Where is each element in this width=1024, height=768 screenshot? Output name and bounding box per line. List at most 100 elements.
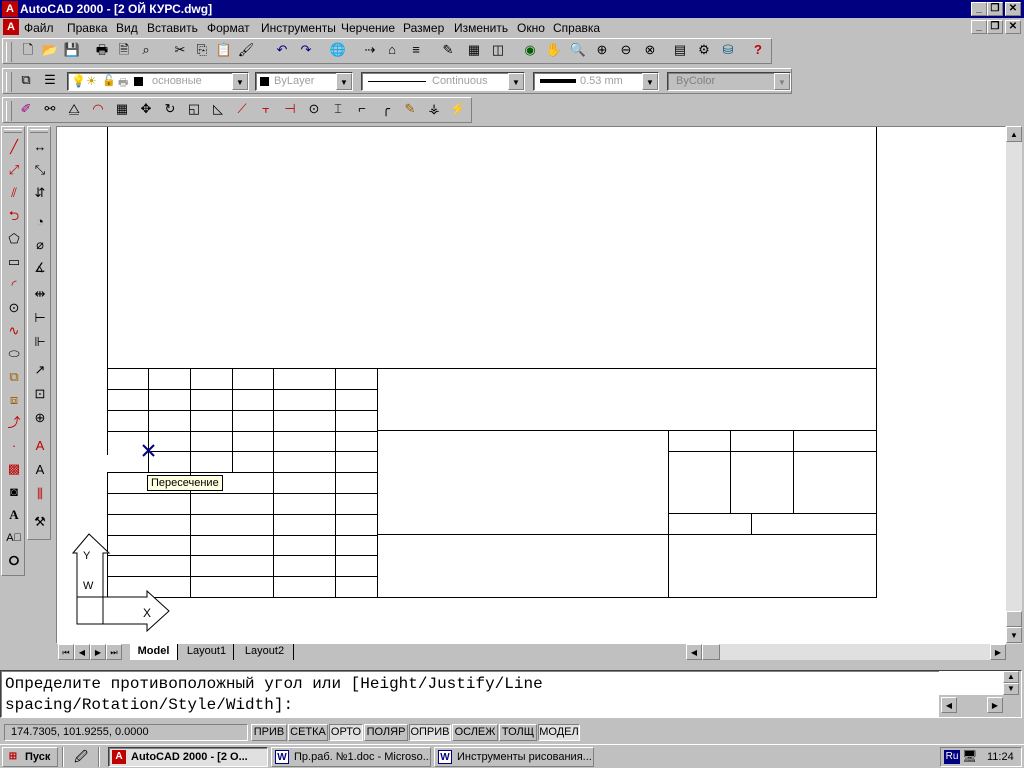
circle-icon[interactable]: ⊙ xyxy=(3,297,25,319)
ucs-icon[interactable]: ≡ xyxy=(405,39,427,61)
layer-dropdown[interactable]: 💡 ☀ 🔓 🖶 основные ▼ xyxy=(67,72,249,91)
document-icon[interactable]: A xyxy=(3,19,19,35)
horizontal-scrollbar[interactable]: ◀ ▶ xyxy=(686,644,1006,660)
move-icon[interactable]: ✥ xyxy=(135,98,157,120)
dimension-text-edit-icon[interactable]: A xyxy=(29,459,51,481)
region-icon[interactable]: ◙ xyxy=(3,481,25,503)
status-model[interactable]: МОДЕЛ xyxy=(538,724,580,741)
point-icon[interactable]: ⤴ xyxy=(3,412,25,434)
redraw-icon[interactable]: ✎ xyxy=(437,39,459,61)
minimize-button[interactable]: _ xyxy=(971,2,987,16)
cut-icon[interactable]: ✂ xyxy=(169,39,191,61)
vertical-scrollbar[interactable]: ▲ ▼ xyxy=(1006,126,1022,644)
tab-model[interactable]: Model xyxy=(130,644,178,660)
save-icon[interactable]: 💾 xyxy=(61,39,83,61)
color-dropdown[interactable]: ByLayer ▼ xyxy=(255,72,353,91)
menu-insert[interactable]: Вставить xyxy=(147,21,198,35)
menu-help[interactable]: Справка xyxy=(553,21,600,35)
close-button[interactable]: ✕ xyxy=(1005,2,1021,16)
3d-views-icon[interactable]: ◫ xyxy=(487,39,509,61)
scroll-up-icon[interactable]: ▲ xyxy=(1006,126,1022,142)
menu-tools[interactable]: Инструменты xyxy=(261,21,336,35)
angular-dimension-icon[interactable]: ∡ xyxy=(29,257,51,279)
polygon-icon[interactable]: ⬠ xyxy=(3,228,25,250)
properties-icon[interactable]: ▤ xyxy=(669,39,691,61)
break-point-icon[interactable]: ⊙ xyxy=(303,98,325,120)
tab-last-icon[interactable]: ⏭ xyxy=(106,644,122,660)
pan-icon[interactable]: ✋ xyxy=(543,39,565,61)
zoom-window-icon[interactable]: ⊕ xyxy=(591,39,613,61)
break-icon[interactable]: ⌶ xyxy=(327,98,349,120)
zoom-previous-icon[interactable]: ⊖ xyxy=(615,39,637,61)
stretch-icon[interactable]: ◺ xyxy=(207,98,229,120)
radius-dimension-icon[interactable]: ◔ xyxy=(29,211,51,233)
design-center-icon[interactable]: ⚙ xyxy=(693,39,715,61)
donut-icon[interactable]: ⭘ xyxy=(3,550,25,572)
scroll-right-icon[interactable]: ▶ xyxy=(990,644,1006,660)
center-mark-icon[interactable]: ⊕ xyxy=(29,407,51,429)
scroll-down-icon[interactable]: ▼ xyxy=(1006,627,1022,643)
fillet-icon[interactable]: ╭ xyxy=(375,98,397,120)
tracking-icon[interactable]: ⇢ xyxy=(359,39,381,61)
chevron-down-icon[interactable]: ▼ xyxy=(232,73,248,90)
network-icon[interactable]: 🖥 xyxy=(962,749,977,763)
chevron-down-icon[interactable]: ▼ xyxy=(508,73,524,90)
quicklaunch-desktop-icon[interactable]: 🖉 xyxy=(70,746,92,768)
construction-line-icon[interactable]: ⤢ xyxy=(3,159,25,181)
toolbar-grip[interactable] xyxy=(6,101,12,121)
quick-dimension-icon[interactable]: ⇹ xyxy=(29,283,51,305)
chevron-down-icon[interactable]: ▼ xyxy=(774,73,790,90)
zoom-extents-icon[interactable]: ⊗ xyxy=(639,39,661,61)
make-layer-current-icon[interactable]: ⧉ xyxy=(15,69,37,91)
scroll-left-icon[interactable]: ◀ xyxy=(686,644,702,660)
menu-edit[interactable]: Правка xyxy=(67,21,108,35)
new-icon[interactable]: 🗋 xyxy=(17,39,39,61)
cmd-scroll-left-icon[interactable]: ◀ xyxy=(941,697,957,713)
tab-next-icon[interactable]: ▶ xyxy=(90,644,106,660)
status-lwt[interactable]: ТОЛЩ xyxy=(499,724,537,741)
arc-icon[interactable]: ◜ xyxy=(3,274,25,296)
linear-dimension-icon[interactable]: ↔ xyxy=(29,136,51,158)
tab-first-icon[interactable]: ⏮ xyxy=(58,644,74,660)
drawing-canvas[interactable]: Y W X Пересечение xyxy=(56,126,1006,644)
explode-icon[interactable]: ✎ xyxy=(399,98,421,120)
spline-icon[interactable]: ∿ xyxy=(3,320,25,342)
erase-icon[interactable]: ✐ xyxy=(15,98,37,120)
named-views-icon[interactable]: ▦ xyxy=(463,39,485,61)
array-icon[interactable]: ▦ xyxy=(111,98,133,120)
scale-icon[interactable]: ◱ xyxy=(183,98,205,120)
status-grid[interactable]: СЕТКА xyxy=(288,724,328,741)
diameter-dimension-icon[interactable]: ⌀ xyxy=(29,234,51,256)
language-indicator[interactable]: Ru xyxy=(944,750,960,764)
tolerance-icon[interactable]: ⊡ xyxy=(29,383,51,405)
command-window[interactable]: Определите противоположный угол или [Hei… xyxy=(0,670,1022,718)
lengthen-icon[interactable]: ⟋ xyxy=(231,98,253,120)
undo-icon[interactable]: ↶ xyxy=(271,39,293,61)
toolbar-grip[interactable] xyxy=(6,72,12,92)
task-drawing-tools[interactable]: W Инструменты рисования... xyxy=(434,747,594,767)
open-icon[interactable]: 📂 xyxy=(39,39,61,61)
rectangle-icon[interactable]: ▭ xyxy=(3,251,25,273)
linetype-dropdown[interactable]: Continuous ▼ xyxy=(361,72,525,91)
mirror-icon[interactable]: ⧋ xyxy=(63,98,85,120)
cmd-scroll-up-icon[interactable]: ▲ xyxy=(1003,671,1019,683)
continue-dimension-icon[interactable]: ⊩ xyxy=(29,331,51,353)
point-dot-icon[interactable]: · xyxy=(3,435,25,457)
toolbar-grip[interactable] xyxy=(30,129,48,133)
chevron-down-icon[interactable]: ▼ xyxy=(642,73,658,90)
line-icon[interactable]: ╱ xyxy=(3,136,25,158)
toolbar-grip[interactable] xyxy=(4,129,22,133)
cmd-scroll-right-icon[interactable]: ▶ xyxy=(987,697,1003,713)
status-snap[interactable]: ПРИВ xyxy=(251,724,287,741)
menu-dimension[interactable]: Размер xyxy=(403,21,444,35)
lineweight-dropdown[interactable]: 0.53 mm ▼ xyxy=(533,72,659,91)
dbconnect-icon[interactable]: ⛁ xyxy=(717,39,739,61)
modify-extra-icon[interactable]: ⚶ xyxy=(423,98,445,120)
status-osnap[interactable]: ОПРИВ xyxy=(409,724,451,741)
print-icon[interactable]: 🖶 xyxy=(91,39,113,61)
make-block-icon[interactable]: ⧈ xyxy=(3,389,25,411)
restore-button[interactable]: ❐ xyxy=(987,2,1003,16)
menu-file[interactable]: Файл xyxy=(24,21,54,35)
internet-icon[interactable]: 🌐 xyxy=(327,39,349,61)
ordinate-dimension-icon[interactable]: ⇵ xyxy=(29,182,51,204)
